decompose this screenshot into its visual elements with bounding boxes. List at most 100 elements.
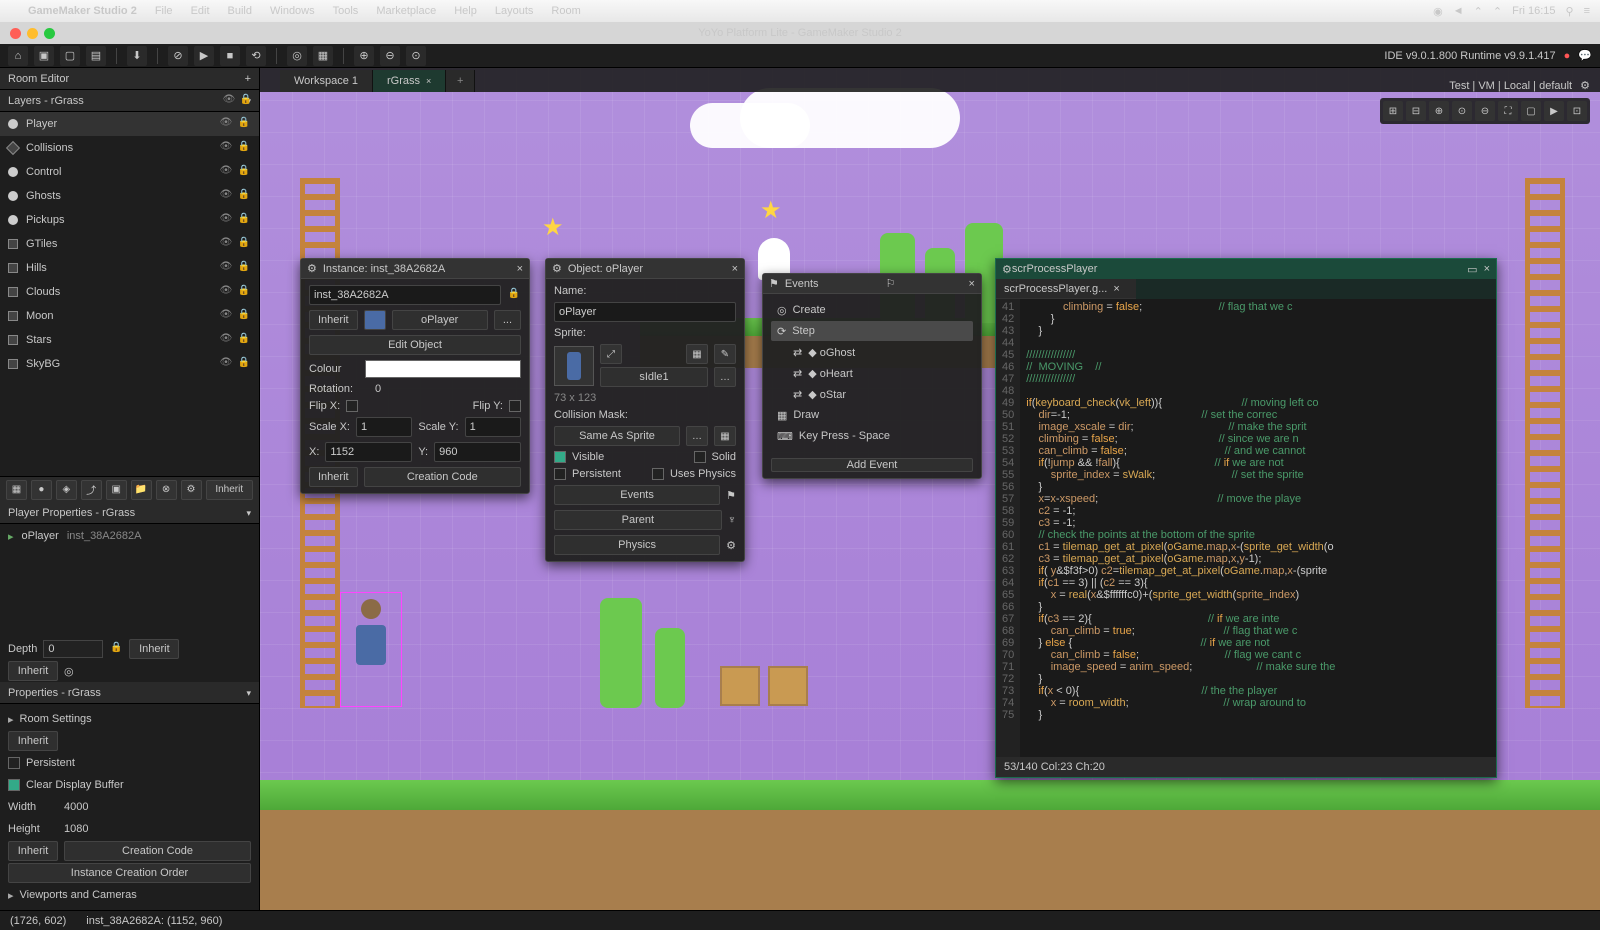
mask-select[interactable]: Same As Sprite	[554, 426, 680, 446]
sprite-thumb[interactable]	[554, 346, 594, 386]
clear-buffer-checkbox[interactable]	[8, 779, 20, 791]
sprite-preview-icon[interactable]	[364, 310, 386, 330]
layer-add-asset-icon[interactable]: ▣	[106, 480, 127, 500]
event-oheart[interactable]: ⇄◆ oHeart	[771, 363, 973, 383]
zoomreset-icon[interactable]: ⊙	[406, 46, 426, 66]
instance-row[interactable]: ▸ oPlayer inst_38A2682A	[0, 524, 259, 548]
save-icon[interactable]: ▤	[86, 46, 106, 66]
grid-icon[interactable]: ⊞	[1383, 101, 1403, 121]
inherit2-button[interactable]: Inherit	[8, 661, 58, 681]
event-key-press---space[interactable]: ⌨Key Press - Space	[771, 426, 973, 446]
layer-clouds[interactable]: Clouds👁🔒	[0, 280, 259, 304]
events-flag-icon[interactable]: ⚐	[886, 277, 896, 290]
view-rect-icon[interactable]: ▢	[1521, 101, 1541, 121]
layer-settings-icon[interactable]: ⚙	[181, 480, 202, 500]
menu-windows[interactable]: Windows	[270, 5, 315, 17]
stop-icon[interactable]: ■	[220, 46, 240, 66]
run-icon[interactable]: ▶	[194, 46, 214, 66]
menu-room[interactable]: Room	[551, 5, 580, 17]
code-max-icon[interactable]: ▭	[1467, 263, 1477, 276]
visible-checkbox[interactable]	[554, 451, 566, 463]
lock-icon[interactable]: 🔒	[507, 288, 521, 302]
layer-add-inst-icon[interactable]: ●	[31, 480, 52, 500]
room-props-header[interactable]: Properties - rGrass	[0, 682, 259, 704]
new-icon[interactable]: ▣	[34, 46, 54, 66]
inst-order-button[interactable]: Instance Creation Order	[8, 863, 251, 883]
object-panel[interactable]: ⚙Object: oPlayer× Name: Sprite: ⤢▦✎ sIdl…	[545, 258, 745, 562]
add-event-button[interactable]: Add Event	[771, 458, 973, 472]
persistent-checkbox[interactable]	[8, 757, 20, 769]
target-settings-icon[interactable]: ⚙	[1580, 79, 1590, 92]
layer-hills[interactable]: Hills👁🔒	[0, 256, 259, 280]
flipx-checkbox[interactable]	[346, 400, 358, 412]
menu-layouts[interactable]: Layouts	[495, 5, 534, 17]
notif-icon[interactable]: ●	[1564, 50, 1571, 62]
object-name-input[interactable]	[554, 302, 736, 322]
chevron-down-icon[interactable]	[246, 687, 251, 699]
room-editor-header[interactable]: Room Editor +	[0, 68, 259, 90]
zoom-in-icon[interactable]: ⊕	[1429, 101, 1449, 121]
chevron-down-icon[interactable]	[246, 507, 251, 519]
debug-icon[interactable]: ⊘	[168, 46, 188, 66]
menu-build[interactable]: Build	[228, 5, 252, 17]
event-create[interactable]: ◎Create	[771, 300, 973, 320]
layer-gtiles[interactable]: GTiles👁🔒	[0, 232, 259, 256]
layer-ghosts[interactable]: Ghosts👁🔒	[0, 184, 259, 208]
parent-button[interactable]: Parent	[554, 510, 722, 530]
event-oghost[interactable]: ⇄◆ oGhost	[771, 342, 973, 362]
zoom-out-icon[interactable]: ⊖	[1475, 101, 1495, 121]
sprite-edit-icon[interactable]: ✎	[714, 344, 736, 364]
room-canvas[interactable]: ★ ★ Workspace 1 rGrass× + Test | VM | Lo…	[260, 68, 1600, 910]
edit-object-button[interactable]: Edit Object	[309, 335, 521, 355]
layer-pickups[interactable]: Pickups👁🔒	[0, 208, 259, 232]
creation-code-button[interactable]: Creation Code	[64, 841, 251, 861]
target2-icon[interactable]: ◎	[64, 665, 74, 678]
wifi2-icon[interactable]: ⌃	[1493, 5, 1502, 18]
clock[interactable]: Fri 16:15	[1512, 5, 1555, 17]
app-name[interactable]: GameMaker Studio 2	[28, 5, 137, 17]
lock-all-icon[interactable]: 🔒	[239, 94, 253, 108]
event-ostar[interactable]: ⇄◆ oStar	[771, 384, 973, 404]
room-inherit-button[interactable]: Inherit	[8, 731, 58, 751]
volume-icon[interactable]: ◄	[1453, 5, 1464, 17]
target-config[interactable]: Test | VM | Local | default	[1449, 80, 1572, 92]
fullscreen-icon[interactable]: ⛶	[1498, 101, 1518, 121]
instance-panel[interactable]: ⚙Instance: inst_38A2682A× 🔒 Inherit oPla…	[300, 258, 530, 494]
layer-stars[interactable]: Stars👁🔒	[0, 328, 259, 352]
player-props-header[interactable]: Player Properties - rGrass	[0, 502, 259, 524]
scaley-input[interactable]	[465, 417, 521, 437]
events-button[interactable]: Events	[554, 485, 720, 505]
close-icon[interactable]: ×	[732, 263, 738, 275]
target-icon[interactable]: ◎	[287, 46, 307, 66]
config-icon[interactable]: ▦	[313, 46, 333, 66]
menu-edit[interactable]: Edit	[191, 5, 210, 17]
flipy-checkbox[interactable]	[509, 400, 521, 412]
zoomout-icon[interactable]: ⊖	[380, 46, 400, 66]
close-tab-icon[interactable]: ×	[426, 76, 431, 86]
player-sprite[interactable]	[340, 592, 402, 707]
layer-player[interactable]: Player👁🔒	[0, 112, 259, 136]
clean-icon[interactable]: ⟲	[246, 46, 266, 66]
inherit-button2[interactable]: Inherit	[309, 467, 358, 487]
layer-add-tile-icon[interactable]: ◈	[56, 480, 77, 500]
layer-skybg[interactable]: SkyBG👁🔒	[0, 352, 259, 376]
add-tab-icon[interactable]: +	[245, 73, 251, 85]
sync-icon[interactable]: ◉	[1433, 5, 1443, 18]
play-icon[interactable]: ▶	[1544, 101, 1564, 121]
instance-name-input[interactable]	[309, 285, 501, 305]
event-draw[interactable]: ▦Draw	[771, 405, 973, 425]
rc-inherit-button[interactable]: Inherit	[8, 841, 58, 861]
scalex-input[interactable]	[356, 417, 412, 437]
layer-control[interactable]: Control👁🔒	[0, 160, 259, 184]
code-tab[interactable]: scrProcessPlayer.g...×	[996, 279, 1136, 299]
visibility-all-icon[interactable]: 👁	[222, 94, 236, 108]
sprite-browse-icon[interactable]: …	[714, 367, 736, 387]
colour-swatch[interactable]	[365, 360, 521, 378]
maximize-window-button[interactable]	[44, 28, 55, 39]
layer-folder-icon[interactable]: 📁	[131, 480, 152, 500]
view-settings-icon[interactable]: ⊡	[1567, 101, 1587, 121]
sprite-fit-icon[interactable]: ▦	[686, 344, 708, 364]
x-input[interactable]	[325, 442, 412, 462]
layer-inherit-button[interactable]: Inherit	[206, 480, 253, 500]
sprite-expand-icon[interactable]: ⤢	[600, 344, 622, 364]
